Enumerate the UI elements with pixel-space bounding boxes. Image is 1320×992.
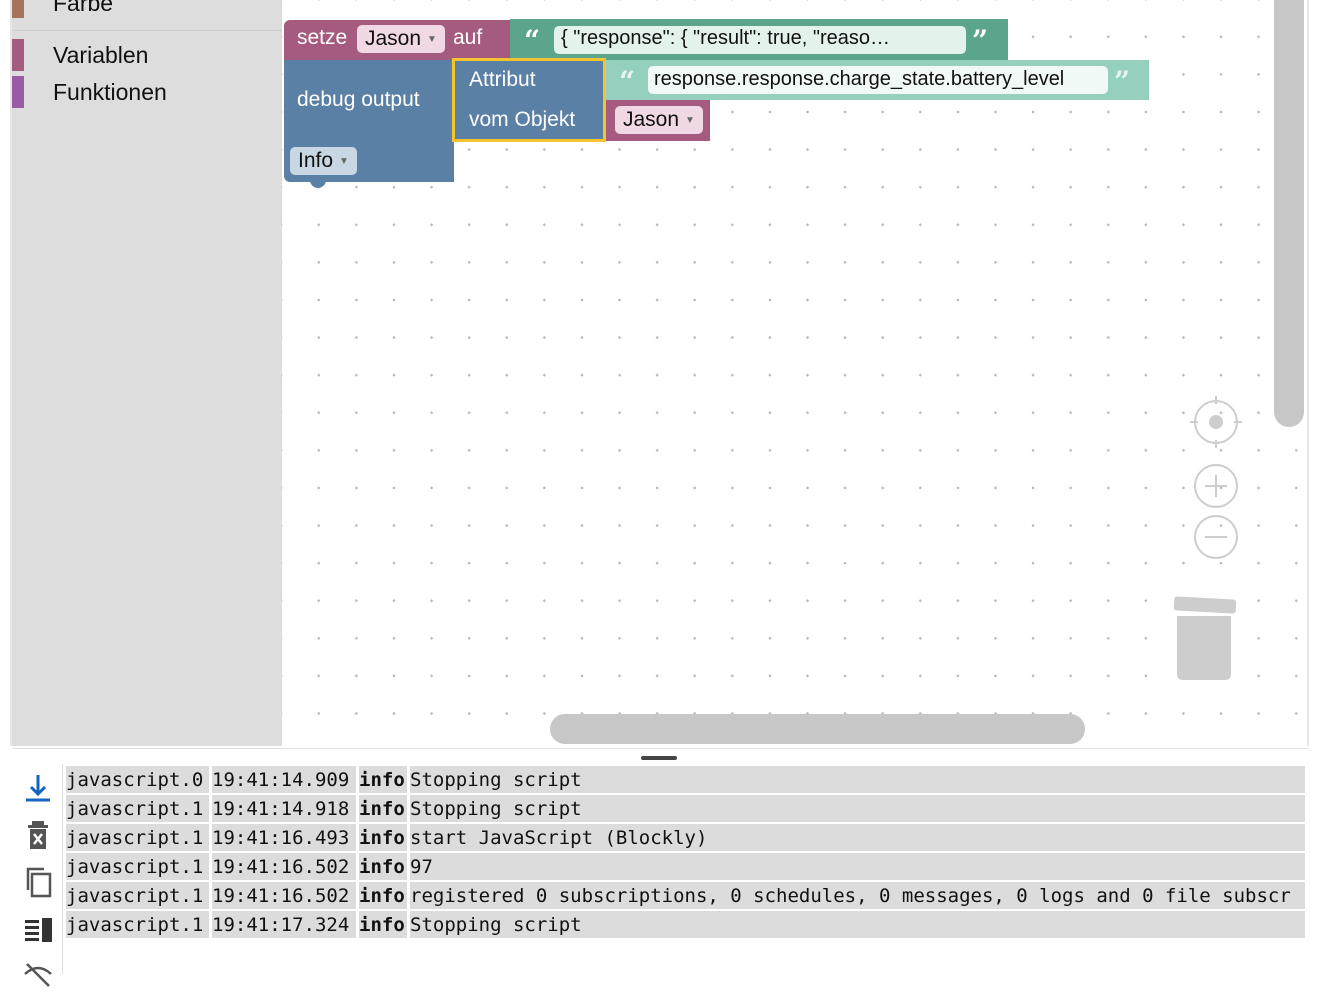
set-to-keyword: auf	[453, 26, 483, 49]
object-variable-name: Jason	[623, 108, 680, 131]
set-keyword: setze	[297, 26, 348, 49]
debug-label: debug output	[297, 88, 420, 111]
recenter-icon[interactable]	[1190, 396, 1242, 448]
log-message: Stopping script	[410, 766, 1305, 793]
log-time: 19:41:17.324	[212, 911, 356, 938]
object-variable-dropdown[interactable]: Jason ▼	[615, 106, 703, 134]
trash-icon[interactable]	[1177, 616, 1231, 680]
scroll-to-bottom-icon[interactable]	[22, 772, 54, 804]
log-message: registered 0 subscriptions, 0 schedules,…	[410, 882, 1305, 909]
category-label: Funktionen	[53, 78, 167, 105]
vertical-scrollbar[interactable]	[1274, 0, 1304, 427]
log-severity: info	[359, 824, 407, 851]
zoom-in-icon[interactable]	[1194, 464, 1238, 508]
category-label: Farbe	[53, 0, 114, 16]
log-source: javascript.1	[66, 795, 209, 822]
zoom-out-icon[interactable]	[1194, 515, 1238, 559]
close-quote-icon: ”	[972, 24, 989, 57]
log-source: javascript.0	[66, 766, 209, 793]
log-severity: info	[359, 795, 407, 822]
log-message: Stopping script	[410, 911, 1305, 938]
log-level-value: Info	[298, 149, 334, 172]
block-connector	[310, 180, 326, 188]
category-label: Variablen	[53, 41, 149, 68]
log-time: 19:41:14.909	[212, 766, 356, 793]
log-level-dropdown[interactable]: Info ▼	[290, 147, 357, 175]
toolbox-category-farbe[interactable]: Farbe	[12, 0, 113, 20]
variable-name: Jason	[365, 27, 422, 50]
log-toolbar	[12, 764, 63, 987]
log-source: javascript.1	[66, 824, 209, 851]
log-row: javascript.1 19:41:14.918 info Stopping …	[66, 795, 1305, 822]
log-time: 19:41:16.502	[212, 882, 356, 909]
blockly-workspace[interactable]: setze Jason ▼ auf “ { "response": { "resu…	[282, 0, 1308, 746]
splitter-handle-icon[interactable]	[641, 756, 677, 760]
log-source: javascript.1	[66, 853, 209, 880]
right-border	[1307, 0, 1309, 746]
text-value: { "response": { "result": true, "reaso…	[561, 27, 890, 49]
log-message: start JavaScript (Blockly)	[410, 824, 1305, 851]
log-message: Stopping script	[410, 795, 1305, 822]
dropdown-arrow-icon: ▼	[427, 33, 437, 45]
hide-log-icon[interactable]	[22, 960, 54, 992]
log-row: javascript.1 19:41:16.502 info registere…	[66, 882, 1305, 909]
log-message: 97	[410, 853, 1305, 880]
log-row: javascript.1 19:41:17.324 info Stopping …	[66, 911, 1305, 938]
variable-dropdown[interactable]: Jason ▼	[357, 25, 445, 53]
log-severity: info	[359, 853, 407, 880]
log-row: javascript.1 19:41:16.502 info 97	[66, 853, 1305, 880]
trash-lid	[1173, 596, 1237, 614]
log-row: javascript.0 19:41:14.909 info Stopping …	[66, 766, 1305, 793]
dropdown-arrow-icon: ▼	[685, 114, 695, 126]
clear-log-icon[interactable]	[22, 819, 54, 851]
log-source: javascript.1	[66, 882, 209, 909]
category-color-swatch	[12, 0, 24, 18]
toolbox-divider	[12, 30, 282, 31]
close-quote-icon: ”	[1114, 65, 1131, 98]
toolbox-category-variablen[interactable]: Variablen	[12, 38, 148, 72]
log-source: javascript.1	[66, 911, 209, 938]
attribute-label: Attribut	[469, 68, 536, 91]
object-label: vom Objekt	[469, 108, 576, 131]
log-severity: info	[359, 911, 407, 938]
log-time: 19:41:16.493	[212, 824, 356, 851]
log-severity: info	[359, 766, 407, 793]
horizontal-scrollbar[interactable]	[550, 714, 1085, 744]
log-table: javascript.0 19:41:14.909 info Stopping …	[64, 764, 1308, 974]
log-row: javascript.1 19:41:16.493 info start Jav…	[66, 824, 1305, 851]
open-quote-icon: “	[524, 24, 541, 57]
panel-splitter[interactable]	[12, 748, 1308, 765]
category-color-swatch	[12, 39, 24, 71]
log-layout-icon[interactable]	[22, 914, 54, 946]
attribute-path-value: response.response.charge_state.battery_l…	[654, 68, 1065, 90]
open-quote-icon: “	[619, 65, 636, 98]
blockly-toolbox: Farbe Variablen Funktionen	[12, 0, 282, 746]
log-time: 19:41:14.918	[212, 795, 356, 822]
log-time: 19:41:16.502	[212, 853, 356, 880]
log-severity: info	[359, 882, 407, 909]
dropdown-arrow-icon: ▼	[339, 155, 349, 167]
toolbox-category-funktionen[interactable]: Funktionen	[12, 75, 167, 109]
category-color-swatch	[12, 76, 24, 108]
copy-log-icon[interactable]	[22, 866, 54, 898]
